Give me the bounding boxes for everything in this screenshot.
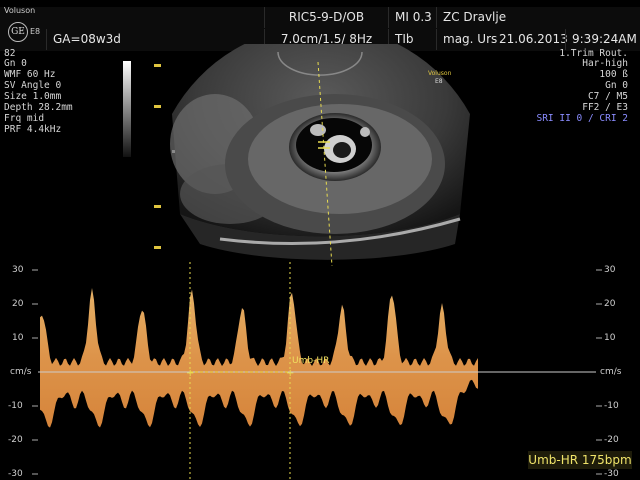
axis-label-left: 20: [12, 299, 24, 309]
axis-label-left: -30: [8, 469, 23, 479]
axis-label-right: 20: [604, 299, 616, 309]
image-logo-brand: Voluson: [428, 70, 452, 77]
axis-label-left: 10: [12, 333, 24, 343]
right-param: Har-high: [582, 58, 628, 69]
brand-model: E8: [30, 27, 41, 36]
bmode-image: [170, 44, 470, 266]
axis-label-right: -10: [604, 401, 619, 411]
mi-value: MI 0.3: [388, 7, 436, 28]
axis-label-left: -10: [8, 401, 23, 411]
axis-label-left: cm/s: [10, 367, 32, 377]
left-param: Depth 28.2mm: [4, 102, 73, 113]
left-param: Gn 0: [4, 58, 27, 69]
exam-date: 21.06.2013: [499, 32, 568, 46]
header-row-1: RIC5-9-D/OB MI 0.3 ZC Dravlje: [0, 7, 640, 29]
doppler-waveform: [40, 288, 478, 428]
left-param: Frq mid: [4, 113, 45, 124]
axis-label-right: cm/s: [600, 367, 622, 377]
axis-label-left: 30: [12, 265, 24, 275]
doppler-envelope: [40, 288, 478, 428]
left-param: Size 1.0mm: [4, 91, 62, 102]
brand-label: Voluson: [4, 6, 36, 15]
axis-label-right: -30: [604, 469, 619, 479]
grayscale-bar: [123, 61, 131, 157]
axis-label-left: -20: [8, 435, 23, 445]
axis-label-right: -20: [604, 435, 619, 445]
left-param: SV Angle 0: [4, 80, 62, 91]
left-param: PRF 4.4kHz: [4, 124, 62, 135]
image-logo-model: E8: [435, 78, 443, 85]
probe-label: RIC5-9-D/OB: [264, 7, 388, 28]
right-param: 100 ß: [599, 69, 628, 80]
svg-text:+: +: [186, 368, 194, 379]
right-param: FF2 / E3: [582, 102, 628, 113]
svg-text:+: +: [286, 368, 294, 379]
caliper-label: Umb-HR: [292, 356, 330, 366]
axis-label-right: 30: [604, 265, 616, 275]
left-param: WMF 60 Hz: [4, 69, 56, 80]
axis-label-right: 10: [604, 333, 616, 343]
right-param: C7 / M5: [587, 91, 628, 102]
doppler-spectrum: + +: [32, 262, 602, 480]
right-param-sri: SRI II 0 / CRI 2: [536, 113, 628, 124]
site-name: ZC Dravlje: [436, 7, 640, 28]
ultrasound-screen: RIC5-9-D/OB MI 0.3 ZC Dravlje GA=08w3d 7…: [0, 0, 640, 480]
ge-logo-icon: GE: [8, 22, 28, 42]
heart-rate-readout: Umb-HR 175bpm: [528, 451, 632, 469]
exam-time: 9:39:24AM: [565, 29, 640, 50]
right-param: Gn 0: [605, 80, 628, 91]
